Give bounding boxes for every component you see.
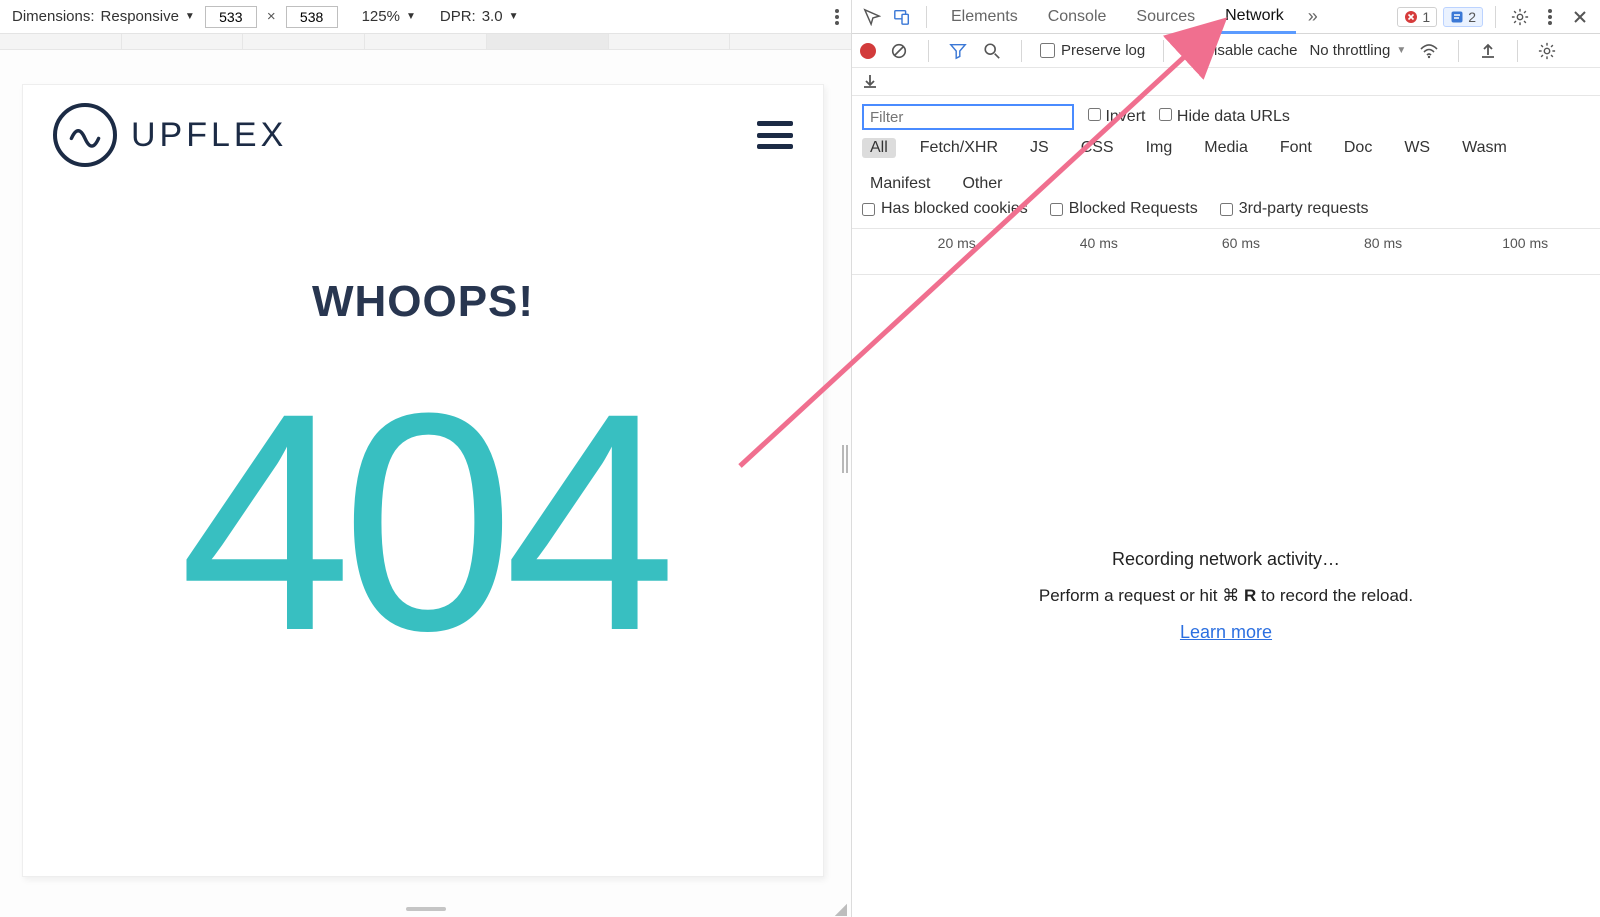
zoom-value: 125% bbox=[362, 8, 400, 25]
zoom-select[interactable]: 125% ▼ bbox=[362, 8, 416, 25]
record-button-icon[interactable] bbox=[860, 43, 876, 59]
invert-checkbox[interactable]: Invert bbox=[1088, 108, 1145, 126]
close-devtools-icon[interactable] bbox=[1568, 5, 1592, 29]
brand-name: UPFLEX bbox=[131, 116, 287, 155]
error-code: 404 bbox=[23, 367, 823, 677]
dimensions-value: Responsive bbox=[101, 8, 179, 25]
device-preview-pane: Dimensions: Responsive ▼ × 125% ▼ DPR: 3… bbox=[0, 0, 852, 917]
type-other[interactable]: Other bbox=[954, 174, 1010, 194]
dpr-label: DPR: bbox=[440, 8, 476, 25]
device-toolbar: Dimensions: Responsive ▼ × 125% ▼ DPR: 3… bbox=[0, 0, 851, 34]
type-js[interactable]: JS bbox=[1022, 138, 1057, 158]
timeline-tick: 40 ms bbox=[1080, 235, 1118, 251]
device-height-input[interactable] bbox=[286, 6, 338, 28]
timeline-tick: 20 ms bbox=[938, 235, 976, 251]
issue-count: 2 bbox=[1468, 9, 1476, 25]
overview-timeline[interactable]: 20 ms 40 ms 60 ms 80 ms 100 ms bbox=[852, 229, 1600, 275]
bottom-resize-handle[interactable] bbox=[0, 901, 851, 917]
devtools-tabbar: Elements Console Sources Network » 1 2 bbox=[852, 0, 1600, 34]
throttling-select[interactable]: No throttling▼ bbox=[1309, 42, 1406, 59]
network-settings-gear-icon[interactable] bbox=[1536, 40, 1558, 62]
dimensions-label: Dimensions: bbox=[12, 8, 95, 25]
type-manifest[interactable]: Manifest bbox=[862, 174, 938, 194]
hamburger-menu-icon[interactable] bbox=[757, 121, 793, 149]
chevron-down-icon: ▼ bbox=[509, 11, 519, 22]
page-preview[interactable]: UPFLEX WHOOPS! 404 bbox=[22, 84, 824, 877]
disable-cache-checkbox[interactable]: Disable cache bbox=[1182, 42, 1297, 59]
empty-subtitle: Perform a request or hit ⌘ R to record t… bbox=[1039, 586, 1413, 606]
clear-log-icon[interactable] bbox=[888, 40, 910, 62]
preserve-log-checkbox[interactable]: Preserve log bbox=[1040, 42, 1145, 59]
filter-funnel-icon[interactable] bbox=[947, 40, 969, 62]
issue-count-badge[interactable]: 2 bbox=[1443, 7, 1483, 27]
type-css[interactable]: CSS bbox=[1073, 138, 1122, 158]
type-font[interactable]: Font bbox=[1272, 138, 1320, 158]
tab-console[interactable]: Console bbox=[1036, 0, 1119, 33]
third-party-checkbox[interactable]: 3rd-party requests bbox=[1220, 200, 1369, 218]
network-empty-state: Recording network activity… Perform a re… bbox=[852, 275, 1600, 917]
width-ruler[interactable] bbox=[0, 34, 851, 50]
tab-network[interactable]: Network bbox=[1213, 1, 1296, 34]
inspect-element-icon[interactable] bbox=[860, 5, 884, 29]
device-toolbar-menu-icon[interactable] bbox=[835, 9, 839, 25]
error-heading: WHOOPS! bbox=[23, 277, 823, 327]
device-width-input[interactable] bbox=[205, 6, 257, 28]
request-type-filters: All Fetch/XHR JS CSS Img Media Font Doc … bbox=[862, 130, 1590, 200]
tab-sources[interactable]: Sources bbox=[1124, 0, 1207, 33]
dpr-value: 3.0 bbox=[482, 8, 503, 25]
type-fetch-xhr[interactable]: Fetch/XHR bbox=[912, 138, 1006, 158]
chevron-down-icon: ▼ bbox=[406, 11, 416, 22]
blocked-requests-checkbox[interactable]: Blocked Requests bbox=[1050, 200, 1198, 218]
type-wasm[interactable]: Wasm bbox=[1454, 138, 1515, 158]
devtools-pane: Elements Console Sources Network » 1 2 bbox=[852, 0, 1600, 917]
network-toolbar: Preserve log Disable cache No throttling… bbox=[852, 34, 1600, 68]
settings-gear-icon[interactable] bbox=[1508, 5, 1532, 29]
type-all[interactable]: All bbox=[862, 138, 896, 158]
kebab-menu-icon[interactable] bbox=[1538, 5, 1562, 29]
search-icon[interactable] bbox=[981, 40, 1003, 62]
chevron-down-icon: ▼ bbox=[185, 11, 195, 22]
device-dimensions-select[interactable]: Dimensions: Responsive ▼ bbox=[12, 8, 195, 25]
error-count: 1 bbox=[1422, 9, 1430, 25]
brand-logo: UPFLEX bbox=[53, 103, 287, 167]
chevron-down-icon: ▼ bbox=[1396, 45, 1406, 56]
device-surface: UPFLEX WHOOPS! 404 ◢ bbox=[0, 50, 851, 917]
has-blocked-cookies-checkbox[interactable]: Has blocked cookies bbox=[862, 200, 1028, 218]
filter-input[interactable] bbox=[862, 104, 1074, 130]
type-media[interactable]: Media bbox=[1196, 138, 1256, 158]
type-doc[interactable]: Doc bbox=[1336, 138, 1380, 158]
pane-splitter[interactable] bbox=[840, 0, 852, 917]
dimension-separator: × bbox=[267, 8, 276, 25]
toggle-device-icon[interactable] bbox=[890, 5, 914, 29]
dpr-select[interactable]: DPR: 3.0 ▼ bbox=[440, 8, 519, 25]
filter-bar: Invert Hide data URLs All Fetch/XHR JS C… bbox=[852, 96, 1600, 229]
download-row bbox=[852, 68, 1600, 96]
learn-more-link[interactable]: Learn more bbox=[1180, 622, 1272, 643]
timeline-tick: 100 ms bbox=[1502, 235, 1548, 251]
timeline-tick: 80 ms bbox=[1364, 235, 1402, 251]
type-ws[interactable]: WS bbox=[1396, 138, 1438, 158]
import-har-icon[interactable] bbox=[1477, 40, 1499, 62]
hide-data-urls-checkbox[interactable]: Hide data URLs bbox=[1159, 108, 1289, 126]
type-img[interactable]: Img bbox=[1138, 138, 1181, 158]
export-har-icon[interactable] bbox=[862, 73, 880, 91]
network-conditions-icon[interactable] bbox=[1418, 40, 1440, 62]
tab-elements[interactable]: Elements bbox=[939, 0, 1030, 33]
logo-mark-icon bbox=[53, 103, 117, 167]
error-count-badge[interactable]: 1 bbox=[1397, 7, 1437, 27]
tabs-overflow-icon[interactable]: » bbox=[1302, 0, 1324, 33]
empty-title: Recording network activity… bbox=[1112, 549, 1340, 570]
timeline-tick: 60 ms bbox=[1222, 235, 1260, 251]
